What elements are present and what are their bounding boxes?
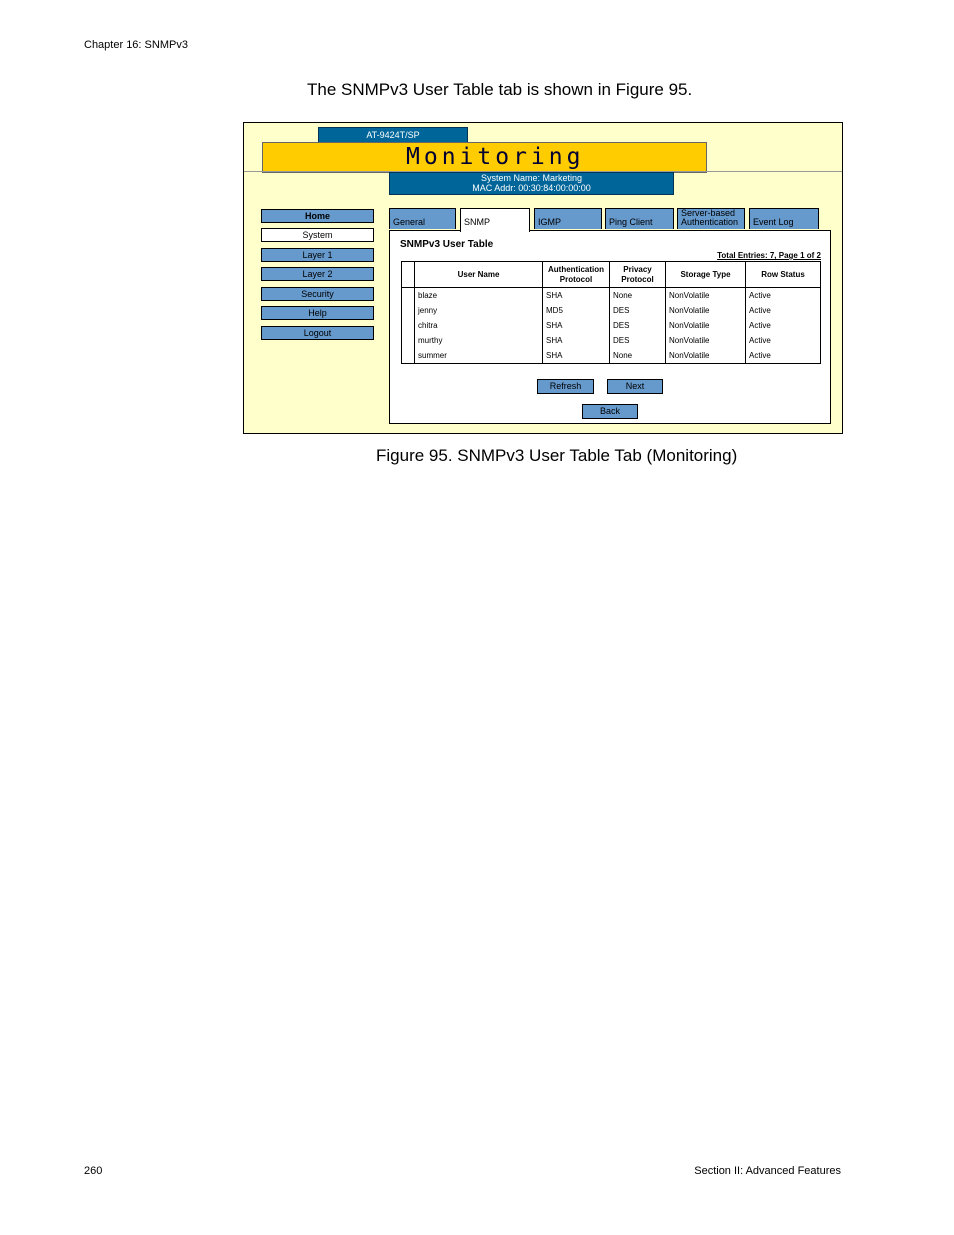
column-header: User Name — [414, 261, 543, 288]
table-cell: Active — [745, 318, 821, 333]
column-header: Storage Type — [665, 261, 746, 288]
section-title: Section II: Advanced Features — [694, 1165, 841, 1177]
table-cell: Active — [745, 303, 821, 318]
chapter-header: Chapter 16: SNMPv3 — [84, 39, 188, 51]
table-cell: chitra — [414, 318, 543, 333]
mac-address: MAC Addr: 00:30:84:00:00:00 — [472, 183, 591, 193]
table-cell: None — [609, 348, 666, 364]
snmp-panel: SNMPv3 User Table Total Entries: 7, Page… — [389, 230, 831, 424]
model-label: AT-9424T/SP — [318, 127, 468, 143]
table-cell: SHA — [542, 318, 610, 333]
select-cell[interactable] — [401, 348, 415, 364]
nav-home-button[interactable]: Home — [261, 209, 374, 223]
next-button[interactable]: Next — [607, 379, 663, 394]
select-cell[interactable] — [401, 303, 415, 318]
page-number: 260 — [84, 1165, 103, 1177]
select-cell[interactable] — [401, 287, 415, 303]
tab-igmp[interactable]: IGMP — [534, 208, 602, 229]
table-cell: SHA — [542, 287, 610, 303]
table-cell: NonVolatile — [665, 287, 746, 303]
table-cell: DES — [609, 303, 666, 318]
tab-event-log[interactable]: Event Log — [749, 208, 819, 229]
nav-security-button[interactable]: Security — [261, 287, 374, 301]
table-cell: jenny — [414, 303, 543, 318]
table-row[interactable]: blaze SHA None NonVolatile Active — [401, 287, 821, 303]
banner-title: Monitoring — [406, 144, 585, 170]
system-name: System Name: Marketing — [480, 173, 583, 183]
table-cell: NonVolatile — [665, 348, 746, 364]
table-cell: Active — [745, 348, 821, 364]
table-row[interactable]: jenny MD5 DES NonVolatile Active — [401, 303, 821, 318]
panel-title: SNMPv3 User Table — [400, 239, 494, 250]
table-cell: SHA — [542, 348, 610, 364]
column-header: Authentication Protocol — [542, 261, 610, 288]
nav-system-button[interactable]: System — [261, 228, 374, 242]
monitoring-banner: Monitoring — [262, 142, 707, 173]
column-header: Row Status — [745, 261, 821, 288]
table-cell: None — [609, 287, 666, 303]
figure-caption: Figure 95. SNMPv3 User Table Tab (Monito… — [376, 446, 738, 465]
nav-logout-button[interactable]: Logout — [261, 326, 374, 340]
table-cell: Active — [745, 287, 821, 303]
nav-layer1-button[interactable]: Layer 1 — [261, 248, 374, 262]
table-cell: NonVolatile — [665, 318, 746, 333]
tab-ping-client[interactable]: Ping Client — [605, 208, 674, 229]
total-entries: Total Entries: 7, Page 1 of 2 — [717, 251, 821, 260]
tab-snmp[interactable]: SNMP — [460, 208, 530, 232]
table-cell: DES — [609, 318, 666, 333]
table-cell: NonVolatile — [665, 333, 746, 348]
monitoring-screenshot: AT-9424T/SP Monitoring System Name: Mark… — [243, 122, 843, 434]
table-row[interactable]: summer SHA None NonVolatile Active — [401, 348, 821, 364]
table-row[interactable]: murthy SHA DES NonVolatile Active — [401, 333, 821, 348]
table-cell: NonVolatile — [665, 303, 746, 318]
tab-server-based-authentication[interactable]: Server-based Authentication — [677, 208, 745, 229]
select-cell[interactable] — [401, 333, 415, 348]
select-cell[interactable] — [401, 318, 415, 333]
back-button[interactable]: Back — [582, 404, 638, 419]
table-cell: Active — [745, 333, 821, 348]
system-info: System Name: Marketing MAC Addr: 00:30:8… — [389, 172, 674, 195]
table-cell: summer — [414, 348, 543, 364]
column-header: Privacy Protocol — [609, 261, 666, 288]
table-cell: DES — [609, 333, 666, 348]
table-cell: SHA — [542, 333, 610, 348]
table-cell: murthy — [414, 333, 543, 348]
nav-help-button[interactable]: Help — [261, 306, 374, 320]
table-cell: blaze — [414, 287, 543, 303]
table-cell: MD5 — [542, 303, 610, 318]
tab-general[interactable]: General — [389, 208, 456, 229]
table-header-row: User Name Authentication Protocol Privac… — [401, 261, 821, 288]
table-row[interactable]: chitra SHA DES NonVolatile Active — [401, 318, 821, 333]
select-column-header — [401, 261, 415, 288]
refresh-button[interactable]: Refresh — [537, 379, 594, 394]
user-table: User Name Authentication Protocol Privac… — [401, 261, 821, 364]
intro-text: The SNMPv3 User Table tab is shown in Fi… — [307, 80, 693, 99]
nav-layer2-button[interactable]: Layer 2 — [261, 267, 374, 281]
